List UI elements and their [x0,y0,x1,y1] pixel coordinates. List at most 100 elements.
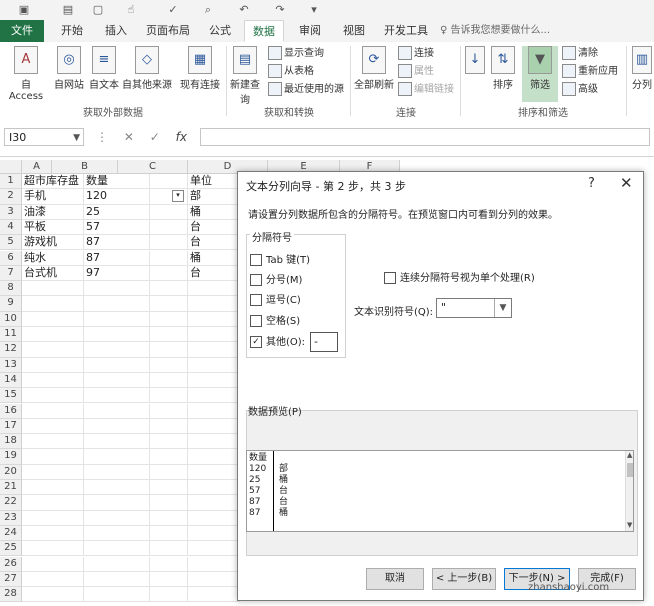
table-cell[interactable] [22,281,84,297]
row-header[interactable]: 17 [0,418,22,435]
help-icon[interactable]: ? [588,176,595,191]
table-cell[interactable] [84,281,150,297]
table-cell[interactable] [22,525,84,542]
table-cell[interactable]: 87 [84,250,150,266]
row-header[interactable]: 6 [0,250,22,266]
properties-button[interactable]: 属性 [398,64,434,80]
tab-review[interactable]: 审阅 [290,20,330,42]
table-cell[interactable] [22,372,84,389]
row-header[interactable]: 9 [0,296,22,312]
row-header[interactable]: 18 [0,434,22,450]
table-cell[interactable] [22,556,84,572]
table-cell[interactable] [188,342,240,358]
tell-me-search[interactable]: ♀ 告诉我您想要做什么... [440,20,550,42]
table-cell[interactable] [150,235,188,251]
table-cell[interactable] [150,587,188,603]
table-cell[interactable] [150,265,188,282]
tab-page-layout[interactable]: 页面布局 [140,20,196,42]
table-cell[interactable] [84,388,150,404]
row-header[interactable]: 2 [0,189,22,205]
save-icon[interactable]: ▣ [16,3,32,17]
paste-options-icon[interactable]: ▾ [172,190,184,202]
table-cell[interactable] [188,449,240,465]
table-cell[interactable]: 台 [188,235,240,251]
table-cell[interactable] [150,464,188,480]
table-cell[interactable] [84,372,150,389]
text-to-columns-button[interactable]: ▥ 分列 [630,46,654,91]
table-cell[interactable] [188,571,240,588]
undo-icon[interactable]: ↶ [236,3,252,17]
table-cell[interactable] [150,571,188,588]
table-cell[interactable] [150,219,188,236]
tab-insert[interactable]: 插入 [96,20,136,42]
table-cell[interactable] [84,571,150,588]
table-cell[interactable] [150,174,188,190]
tab-view[interactable]: 视图 [334,20,374,42]
table-cell[interactable] [188,510,240,526]
table-cell[interactable] [150,418,188,435]
table-cell[interactable]: 手机 [22,189,84,205]
table-cell[interactable] [22,571,84,588]
row-header[interactable]: 26 [0,556,22,572]
row-header[interactable]: 25 [0,541,22,557]
table-cell[interactable]: 数量 [84,174,150,190]
column-header[interactable]: C [118,160,188,174]
row-header[interactable]: 22 [0,495,22,511]
table-cell[interactable] [22,311,84,327]
reapply-button[interactable]: 重新应用 [562,64,618,80]
name-box[interactable]: I30 ▼ [4,128,84,146]
redo-icon[interactable]: ↷ [272,3,288,17]
table-cell[interactable] [22,403,84,419]
table-cell[interactable] [188,403,240,419]
table-cell[interactable]: 桶 [188,250,240,266]
cancel-icon[interactable]: ✕ [124,130,134,144]
table-cell[interactable] [22,495,84,511]
table-cell[interactable] [84,495,150,511]
table-cell[interactable] [150,388,188,404]
table-cell[interactable] [22,357,84,373]
sort-az-button[interactable]: ↓ [464,46,486,76]
row-header[interactable]: 21 [0,480,22,496]
table-cell[interactable] [22,434,84,450]
table-cell[interactable] [150,281,188,297]
table-cell[interactable] [150,250,188,266]
scrollbar-thumb[interactable] [627,463,633,477]
table-cell[interactable]: 游戏机 [22,235,84,251]
table-cell[interactable] [84,296,150,312]
table-cell[interactable] [84,541,150,557]
table-cell[interactable] [150,495,188,511]
table-cell[interactable]: 97 [84,265,150,282]
table-cell[interactable]: 台 [188,265,240,282]
table-cell[interactable] [150,556,188,572]
back-button[interactable]: < 上一步(B) [432,568,496,590]
from-table-button[interactable]: 从表格 [268,64,314,80]
refresh-all-button[interactable]: ⟳ 全部刷新 [354,46,394,91]
table-cell[interactable] [188,388,240,404]
table-cell[interactable]: 87 [84,235,150,251]
from-other-sources-button[interactable]: ◇ 自其他来源 [122,46,172,91]
table-cell[interactable] [84,342,150,358]
table-cell[interactable] [188,281,240,297]
table-cell[interactable] [22,449,84,465]
table-cell[interactable] [22,327,84,343]
table-cell[interactable] [22,342,84,358]
row-header[interactable]: 12 [0,342,22,358]
table-cell[interactable] [22,480,84,496]
row-header[interactable]: 23 [0,510,22,526]
space-checkbox[interactable]: 空格(S) [250,315,300,329]
table-cell[interactable] [188,495,240,511]
table-cell[interactable] [84,510,150,526]
table-cell[interactable]: 部 [188,189,240,205]
table-cell[interactable] [150,449,188,465]
table-cell[interactable] [84,480,150,496]
scroll-up-icon[interactable]: ▲ [627,451,632,459]
table-cell[interactable] [22,587,84,603]
row-header[interactable]: 10 [0,311,22,327]
advanced-filter-button[interactable]: 高级 [562,82,598,98]
scroll-down-icon[interactable]: ▼ [627,521,632,529]
column-header[interactable]: A [22,160,52,174]
table-cell[interactable] [188,357,240,373]
row-header[interactable]: 28 [0,587,22,603]
row-header[interactable]: 8 [0,281,22,297]
table-cell[interactable] [188,418,240,435]
